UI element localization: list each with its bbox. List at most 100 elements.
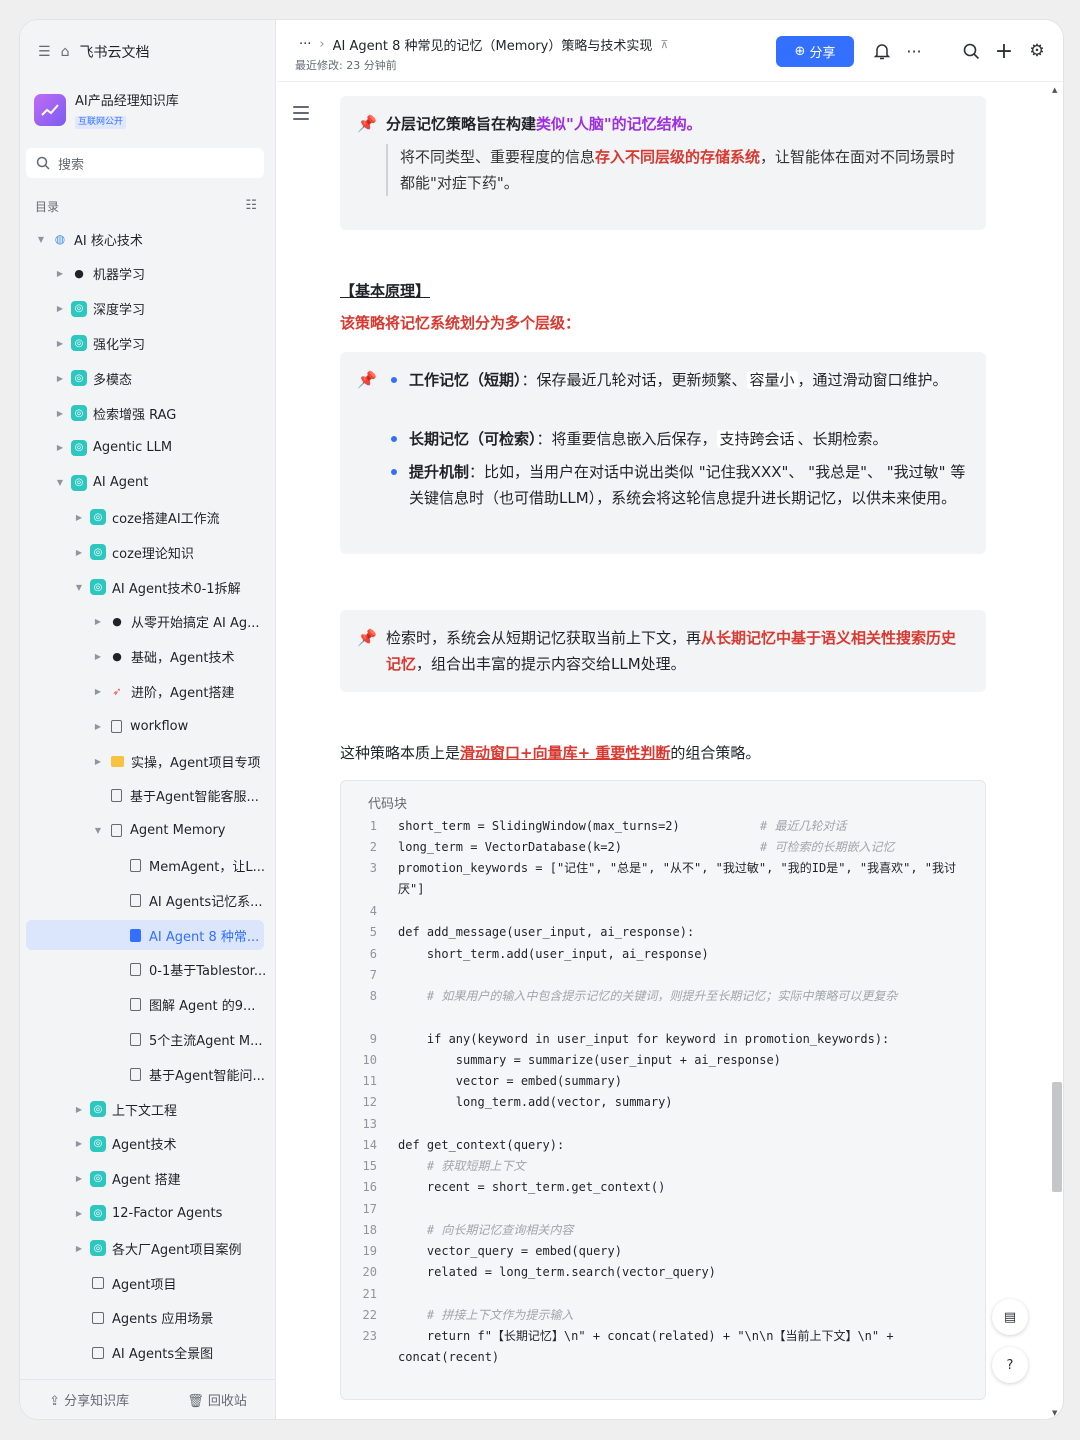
caret-right-icon[interactable]: ▶ <box>53 374 67 383</box>
sidebar-tree-item[interactable]: ▶ 实操，Agent项目专项 <box>20 746 270 776</box>
trash-button[interactable]: 🗑 回收站 <box>187 1390 247 1409</box>
sidebar-tree-label: 基于Agent智能问... <box>149 1068 265 1084</box>
caret-down-icon[interactable]: ▼ <box>34 235 48 244</box>
search-input[interactable]: 搜索 <box>26 148 264 178</box>
sidebar-tree-item[interactable]: ▶ ◎ Agentic LLM <box>20 433 270 463</box>
plus-icon[interactable]: + <box>993 39 1015 64</box>
bell-icon[interactable] <box>871 40 893 62</box>
caret-right-icon[interactable]: ▶ <box>53 339 67 348</box>
page-icon <box>130 893 141 907</box>
caret-right-icon[interactable]: ▶ <box>72 1105 86 1114</box>
caret-right-icon[interactable]: ▶ <box>53 304 67 313</box>
sidebar: ☰ ⌂ 飞书云文档 AI产品经理知识库 互联网公开 搜索 目录 ☷ ▼ ◍ AI 核… <box>20 20 276 1419</box>
sidebar-tree-item[interactable]: ▶ ◎ 上下文工程 <box>20 1094 270 1124</box>
sidebar-tree-item[interactable]: 基于Agent智能客服... <box>20 781 270 811</box>
caret-right-icon[interactable]: ▶ <box>72 548 86 557</box>
code-line: vector_query = embed(query) <box>398 1244 622 1258</box>
sidebar-tree-label: 实操，Agent项目专项 <box>131 755 261 771</box>
sidebar-tree-item[interactable]: ▶ ◎ Agent技术 <box>20 1129 270 1159</box>
callout-block: 📌 检索时，系统会从短期记忆获取当前上下文，再从长期记忆中基于语义相关性搜索历史… <box>340 610 986 692</box>
sidebar-tree-item[interactable]: ▶ ◎ 检索增强 RAG <box>20 398 270 428</box>
outline-icon[interactable] <box>293 106 309 124</box>
doc-outline-icon[interactable]: ▤ <box>992 1299 1028 1335</box>
sidebar-tree-item[interactable]: MemAgent，让L... <box>20 850 270 880</box>
sidebar-tree-item[interactable]: 基于Agent智能问... <box>20 1059 270 1089</box>
sidebar-tree-item[interactable]: ▼ ◍ AI 核心技术 <box>20 224 270 254</box>
sidebar-tree-label: coze搭建AI工作流 <box>112 511 220 527</box>
caret-right-icon[interactable]: ▶ <box>72 1174 86 1183</box>
code-line: short_term = SlidingWindow(max_turns=2) #… <box>398 819 847 833</box>
doc-icon: ◎ <box>90 509 106 526</box>
help-icon[interactable]: ? <box>992 1347 1028 1383</box>
pin-icon[interactable]: ⊼ <box>660 38 668 51</box>
sidebar-tree-item[interactable]: ▼ ◎ AI Agent技术0-1拆解 <box>20 572 270 602</box>
code-line: return f"【长期记忆】\n" + concat(related) + "… <box>398 1329 901 1364</box>
caret-right-icon[interactable]: ▶ <box>72 1209 86 1218</box>
caret-right-icon[interactable]: ▶ <box>72 1139 86 1148</box>
sidebar-tree-item[interactable]: ▶ ● 基础，Agent技术 <box>20 642 270 672</box>
scrollbar-thumb[interactable] <box>1052 1082 1062 1192</box>
sidebar-tree-item[interactable]: ▶ workflow <box>20 711 270 741</box>
line-number: 11 <box>362 1074 377 1088</box>
code-line: promotion_keywords = ["记住", "总是", "从不", … <box>398 861 957 896</box>
sidebar-tree-item[interactable]: ▶ ◎ Agent 搭建 <box>20 1164 270 1194</box>
sidebar-tree-item[interactable]: ▼ ◎ AI Agent <box>20 468 270 498</box>
caret-right-icon[interactable]: ▶ <box>91 757 105 766</box>
top-bar: ··· › AI Agent 8 种常见的记忆（Memory）策略与技术实现 ⊼… <box>277 20 1063 82</box>
settings-icon[interactable]: ⚙ <box>1026 40 1048 62</box>
search-icon[interactable] <box>960 40 982 62</box>
sidebar-tree-item[interactable]: ▶ ● 机器学习 <box>20 259 270 289</box>
sidebar-tree-item[interactable]: Agent项目 <box>20 1268 270 1298</box>
scrollbar[interactable]: ▲ ▼ <box>1049 82 1063 1419</box>
line-number: 2 <box>369 840 377 854</box>
sidebar-tree-item[interactable]: ▶ ● 从零开始搞定 AI Ag... <box>20 607 270 637</box>
home-icon[interactable]: ⌂ <box>61 44 70 60</box>
sidebar-tree-item[interactable]: AI Agent 8 种常... <box>26 920 264 950</box>
doc-title[interactable]: AI Agent 8 种常见的记忆（Memory）策略与技术实现 <box>333 35 653 54</box>
sidebar-tree-item[interactable]: 0-1基于Tablestor... <box>20 955 270 985</box>
app-title[interactable]: 飞书云文档 <box>79 42 149 62</box>
sidebar-tree-item[interactable]: ▶ ◎ 深度学习 <box>20 294 270 324</box>
sidebar-tree-item[interactable]: AI Agents记忆系... <box>20 885 270 915</box>
caret-right-icon[interactable]: ▶ <box>53 443 67 452</box>
sidebar-tree-item[interactable]: ▶ ◎ 多模态 <box>20 363 270 393</box>
list-options-icon[interactable]: ☷ <box>245 198 257 215</box>
caret-right-icon[interactable]: ▶ <box>72 1244 86 1253</box>
sidebar-tree-item[interactable]: ▶ ◎ coze搭建AI工作流 <box>20 502 270 532</box>
collapse-sidebar-icon[interactable]: ☰ <box>38 44 51 60</box>
code-line: if any(keyword in user_input for keyword… <box>398 1032 890 1046</box>
bullet-item: 提升机制：比如，当用户在对话中说出类似 "记住我XXX"、 "我总是"、 "我过… <box>391 459 969 511</box>
caret-right-icon[interactable]: ▶ <box>53 409 67 418</box>
sidebar-tree-label: Agent技术 <box>112 1138 177 1154</box>
sidebar-tree-item[interactable]: ▶ ◎ 12-Factor Agents <box>20 1198 270 1228</box>
section-intro: 该策略将记忆系统划分为多个层级： <box>340 314 581 332</box>
code-block[interactable]: 代码块 1 short_term = SlidingWindow(max_turn… <box>340 780 986 1400</box>
sidebar-tree-item[interactable]: ▶ ◎ 强化学习 <box>20 328 270 358</box>
sidebar-tree-item[interactable]: 图解 Agent 的9... <box>20 990 270 1020</box>
caret-down-icon[interactable]: ▼ <box>53 478 67 487</box>
caret-right-icon[interactable]: ▶ <box>91 652 105 661</box>
caret-right-icon[interactable]: ▶ <box>53 269 67 278</box>
sidebar-tree-item[interactable]: AI Agents全景图 <box>20 1338 270 1368</box>
sidebar-tree-label: MemAgent，让L... <box>149 859 265 875</box>
sidebar-tree-item[interactable]: ▶ ➶ 进阶，Agent搭建 <box>20 676 270 706</box>
sidebar-tree-item[interactable]: Agents 应用场景 <box>20 1303 270 1333</box>
app-window: ☰ ⌂ 飞书云文档 AI产品经理知识库 互联网公开 搜索 目录 ☷ ▼ ◍ AI 核… <box>20 20 1063 1419</box>
sidebar-tree-item[interactable]: ▶ ◎ coze理论知识 <box>20 537 270 567</box>
caret-down-icon[interactable]: ▼ <box>72 583 86 592</box>
emoji-icon: ● <box>112 615 122 629</box>
sidebar-tree-item[interactable]: ▼ Agent Memory <box>20 816 270 846</box>
share-button[interactable]: ⊕ 分享 <box>776 36 854 67</box>
caret-right-icon[interactable]: ▶ <box>91 617 105 626</box>
caret-right-icon[interactable]: ▶ <box>91 687 105 696</box>
caret-right-icon[interactable]: ▶ <box>91 722 105 731</box>
sidebar-tree-item[interactable]: ▶ ◎ 各大厂Agent项目案例 <box>20 1233 270 1263</box>
knowledge-base-header[interactable]: AI产品经理知识库 互联网公开 <box>34 90 179 129</box>
breadcrumb-more[interactable]: ··· <box>299 37 311 52</box>
share-kb-button[interactable]: ⇪ 分享知识库 <box>49 1390 129 1409</box>
toc-header: 目录 ☷ <box>35 198 257 215</box>
caret-down-icon[interactable]: ▼ <box>91 826 105 835</box>
sidebar-tree-item[interactable]: 5个主流Agent M... <box>20 1024 270 1054</box>
caret-right-icon[interactable]: ▶ <box>72 513 86 522</box>
more-icon[interactable]: ··· <box>903 40 925 62</box>
